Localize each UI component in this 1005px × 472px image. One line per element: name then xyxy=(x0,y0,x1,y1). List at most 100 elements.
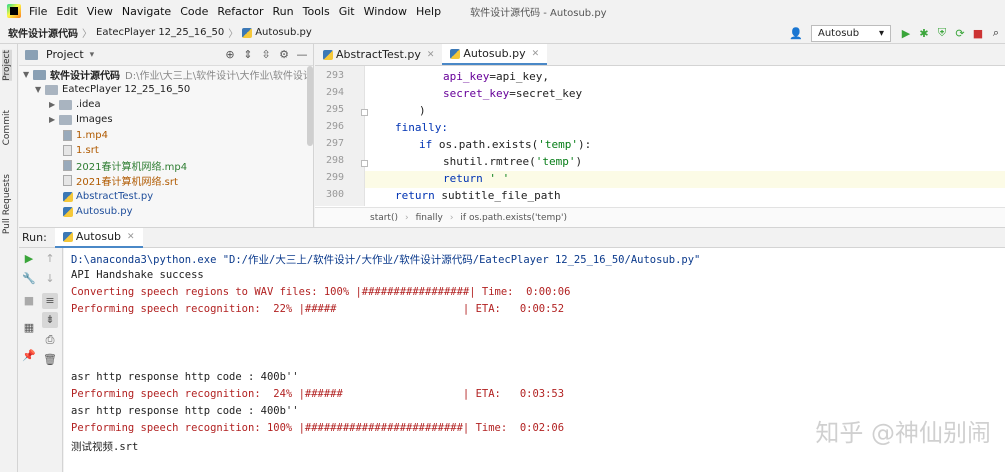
code-line-294[interactable]: secret_key=secret_key xyxy=(443,87,582,100)
tab-project[interactable]: Project xyxy=(2,50,12,81)
run-toolbar: ▶ ↑ 🔧 ↓ ■ ≡ ⇟ ▦ ⎙ 📌 🗑 xyxy=(19,248,63,472)
project-panel-title[interactable]: Project xyxy=(46,48,84,61)
folder-icon xyxy=(59,99,72,110)
menu-navigate[interactable]: Navigate xyxy=(122,5,171,18)
menu-run[interactable]: Run xyxy=(273,5,294,18)
tree-item-file[interactable]: 1.mp4 xyxy=(63,128,108,143)
folder-icon xyxy=(33,69,46,80)
pin-icon[interactable]: 📌 xyxy=(21,348,37,364)
wrench-icon[interactable]: 🔧 xyxy=(21,271,37,287)
tree-item-idea[interactable]: ▶ .idea xyxy=(49,97,101,112)
code-breadcrumb[interactable]: start() xyxy=(370,213,398,223)
user-icon[interactable]: 👤 xyxy=(787,27,805,40)
soft-wrap-icon[interactable]: ≡ xyxy=(42,293,58,309)
line-number: 296 xyxy=(325,121,344,132)
code-token: secret_key xyxy=(443,87,510,100)
line-number: 300 xyxy=(325,189,344,200)
left-tool-strip: Project Commit Pull Requests xyxy=(0,44,18,472)
tree-item-label: .idea xyxy=(76,99,101,110)
project-panel: Project ▾ ⊕ ⇕ ⇳ ⚙ — ▼ 软件设计源代码 D:\作业\大三上\… xyxy=(19,44,314,227)
menu-help[interactable]: Help xyxy=(416,5,441,18)
close-icon[interactable]: ✕ xyxy=(427,50,435,60)
code-line-296[interactable]: finally: xyxy=(395,121,448,134)
breadcrumb-folder[interactable]: EatecPlayer 12_25_16_50 xyxy=(96,27,224,38)
menu-window[interactable]: Window xyxy=(364,5,407,18)
tree-item-folder[interactable]: ▼ EatecPlayer 12_25_16_50 xyxy=(35,82,190,97)
run-configuration-select[interactable]: Autosub ▾ xyxy=(811,24,891,42)
gear-icon[interactable]: ⚙ xyxy=(277,48,291,61)
code-line-300[interactable]: return subtitle_file_path xyxy=(395,189,561,202)
line-gutter: 293 294 295 296 297 298 299 300 xyxy=(315,66,365,206)
chevron-down-icon: ▾ xyxy=(878,27,884,39)
print-icon[interactable]: ⎙ xyxy=(42,332,58,348)
tab-commit[interactable]: Commit xyxy=(2,110,12,145)
scroll-to-end-icon[interactable]: ⇟ xyxy=(42,312,58,328)
tree-item-images[interactable]: ▶ Images xyxy=(49,112,113,127)
tab-pull-requests[interactable]: Pull Requests xyxy=(2,174,12,234)
close-icon[interactable]: ✕ xyxy=(532,49,540,59)
folder-icon xyxy=(59,114,72,125)
tab-autosub[interactable]: Autosub.py ✕ xyxy=(442,44,548,65)
arrow-up-icon[interactable]: ↑ xyxy=(42,251,58,267)
code-line-297[interactable]: if os.path.exists('temp'): xyxy=(419,138,591,151)
stop-icon[interactable]: ■ xyxy=(969,27,987,40)
tree-item-file[interactable]: 2021春计算机网络.mp4 xyxy=(63,158,187,173)
code-breadcrumb[interactable]: finally xyxy=(416,213,443,223)
fold-marker-icon[interactable] xyxy=(361,109,368,116)
code-breadcrumb[interactable]: if os.path.exists('temp') xyxy=(460,213,567,223)
python-file-icon xyxy=(450,48,461,59)
editor-tabs: AbstractTest.py ✕ Autosub.py ✕ xyxy=(315,44,1005,66)
tree-item-file[interactable]: AbstractTest.py xyxy=(63,189,153,204)
python-file-icon xyxy=(63,191,73,202)
watermark: 知乎 @神仙别闹 xyxy=(815,419,991,447)
code-token: if xyxy=(419,138,433,151)
chevron-down-icon[interactable]: ▾ xyxy=(90,50,95,60)
minimize-icon[interactable]: — xyxy=(295,48,309,61)
run-console[interactable]: D:\anaconda3\python.exe "D:/作业/大三上/软件设计/… xyxy=(64,248,1005,472)
menu-code[interactable]: Code xyxy=(180,5,208,18)
menu-file[interactable]: File xyxy=(29,5,47,18)
rerun-icon[interactable]: ▶ xyxy=(21,251,37,267)
project-scrollbar[interactable] xyxy=(307,66,313,146)
menu-tools[interactable]: Tools xyxy=(303,5,330,18)
video-file-icon xyxy=(63,130,72,141)
code-line-293[interactable]: api_key=api_key, xyxy=(443,70,549,83)
menu-refactor[interactable]: Refactor xyxy=(217,5,263,18)
arrow-down-icon[interactable]: ↓ xyxy=(42,271,58,287)
console-line: asr http response http code : 400b'' xyxy=(71,405,299,417)
run-tab-autosub[interactable]: Autosub ✕ xyxy=(54,227,143,248)
tree-item-file[interactable]: 1.srt xyxy=(63,143,99,158)
run-icon[interactable]: ▶ xyxy=(897,27,915,40)
code-line-295[interactable]: ) xyxy=(419,104,426,117)
coverage-icon[interactable]: ⛨ xyxy=(933,26,951,40)
video-file-icon xyxy=(63,160,72,171)
project-icon xyxy=(25,49,38,60)
debug-icon[interactable]: ✱ xyxy=(915,27,933,40)
stop-icon[interactable]: ■ xyxy=(21,293,37,309)
expand-all-icon[interactable]: ⇕ xyxy=(241,48,255,61)
tree-root[interactable]: ▼ 软件设计源代码 D:\作业\大三上\软件设计\大作业\软件设计源代 xyxy=(23,67,313,82)
code-token: os.path.exists( xyxy=(432,138,539,151)
code-line-299[interactable]: return ' ' xyxy=(443,172,509,185)
breadcrumb-file[interactable]: Autosub.py xyxy=(255,27,312,38)
locate-icon[interactable]: ⊕ xyxy=(223,48,237,61)
chevron-right-icon: › xyxy=(404,212,409,223)
console-line: Performing speech recognition: 24% |####… xyxy=(71,388,565,400)
collapse-all-icon[interactable]: ⇳ xyxy=(259,48,273,61)
tree-item-file[interactable]: Autosub.py xyxy=(63,204,133,219)
close-icon[interactable]: ✕ xyxy=(127,232,135,242)
menu-view[interactable]: View xyxy=(87,5,113,18)
breadcrumb-project[interactable]: 软件设计源代码 xyxy=(8,25,78,40)
tree-item-label: AbstractTest.py xyxy=(76,191,154,202)
profile-icon[interactable]: ⟳ xyxy=(951,27,969,40)
tree-item-file[interactable]: 2021春计算机网络.srt xyxy=(63,173,178,188)
layout-icon[interactable]: ▦ xyxy=(21,320,37,336)
line-number: 298 xyxy=(325,155,344,166)
search-icon[interactable]: ⌕ xyxy=(987,26,1005,40)
code-line-298[interactable]: shutil.rmtree('temp') xyxy=(443,155,582,168)
menu-git[interactable]: Git xyxy=(339,5,355,18)
fold-marker-icon[interactable] xyxy=(361,160,368,167)
menu-edit[interactable]: Edit xyxy=(56,5,77,18)
trash-icon[interactable]: 🗑 xyxy=(42,352,58,368)
tab-abstracttest[interactable]: AbstractTest.py ✕ xyxy=(315,44,442,65)
